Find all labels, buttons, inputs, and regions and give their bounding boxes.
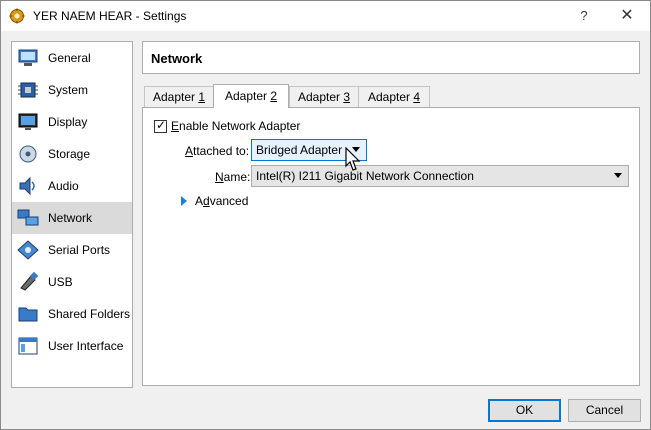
sidebar-item-label: Audio: [48, 179, 79, 193]
tab-adapter-1[interactable]: Adapter 1: [144, 86, 214, 107]
sidebar-item-label: User Interface: [48, 339, 124, 353]
sidebar-item-display[interactable]: Display: [12, 106, 132, 138]
disk-icon: [19, 145, 37, 163]
name-label: Name:: [215, 170, 251, 184]
title-bar: YER NAEM HEAR - Settings ? ✕: [1, 1, 650, 31]
chip-icon: [18, 82, 38, 98]
settings-window: YER NAEM HEAR - Settings ? ✕ General Sys…: [0, 0, 651, 430]
sidebar-item-label: Network: [48, 211, 93, 225]
checkmark-icon: ✓: [156, 118, 167, 132]
tab-adapter-3[interactable]: Adapter 3: [289, 86, 359, 107]
advanced-label: Advanced: [195, 194, 249, 208]
tab-adapter-4[interactable]: Adapter 4: [358, 86, 430, 107]
window-title: YER NAEM HEAR - Settings: [33, 9, 187, 23]
ui-icon: [18, 337, 38, 355]
sidebar-item-network[interactable]: Network: [12, 202, 132, 234]
sidebar-item-label: Display: [48, 115, 88, 129]
sidebar-item-storage[interactable]: Storage: [12, 138, 132, 170]
close-button[interactable]: ✕: [609, 1, 645, 31]
page-title: Network: [151, 51, 203, 66]
sidebar-item-usb[interactable]: USB: [12, 266, 132, 298]
speaker-icon: [19, 176, 35, 196]
expand-arrow-icon: [181, 196, 187, 206]
serial-port-icon: [17, 240, 39, 260]
sidebar-item-system[interactable]: System: [12, 74, 132, 106]
tab-adapter-2[interactable]: Adapter 2: [213, 84, 289, 108]
sidebar-item-user-interface[interactable]: User Interface: [12, 330, 132, 362]
sidebar-item-shared-folders[interactable]: Shared Folders: [12, 298, 132, 330]
settings-content: Network Adapter 1 Adapter 2 Adapter 3 Ad…: [142, 41, 640, 386]
sidebar-item-label: System: [48, 83, 89, 97]
help-button[interactable]: ?: [571, 1, 597, 31]
section-header: Network: [142, 41, 640, 74]
sidebar-item-label: USB: [48, 275, 73, 289]
adapter-panel: ✓ Enable Network Adapter Attached to: Br…: [142, 107, 640, 386]
dropdown-arrow-icon: [614, 173, 622, 178]
sidebar-item-label: General: [48, 51, 91, 65]
sidebar-item-serial-ports[interactable]: Serial Ports: [12, 234, 132, 266]
network-icon: [17, 209, 39, 226]
sidebar-item-general[interactable]: General: [12, 42, 132, 74]
display-icon: [18, 113, 38, 130]
folder-icon: [18, 307, 38, 322]
sidebar-item-label: Serial Ports: [48, 243, 111, 257]
monitor-icon: [18, 49, 38, 66]
name-dropdown[interactable]: Intel(R) I211 Gigabit Network Connection: [251, 165, 629, 187]
ok-button[interactable]: OK: [488, 399, 561, 422]
enable-adapter-checkbox[interactable]: ✓: [154, 118, 167, 133]
enable-adapter-label[interactable]: Enable Network Adapter: [171, 119, 300, 133]
usb-icon: [20, 272, 39, 291]
sidebar-item-label: Shared Folders: [48, 307, 131, 321]
virtualbox-gear-icon: [9, 8, 25, 24]
mouse-cursor-icon: [345, 147, 361, 171]
settings-sidebar: General System Display Storage Audio Net…: [11, 41, 133, 388]
attached-to-value: Bridged Adapter: [256, 143, 343, 157]
name-value: Intel(R) I211 Gigabit Network Connection: [256, 169, 474, 183]
cancel-button[interactable]: Cancel: [568, 399, 641, 422]
attached-to-label: Attached to:: [185, 144, 250, 158]
sidebar-item-audio[interactable]: Audio: [12, 170, 132, 202]
sidebar-item-label: Storage: [48, 147, 91, 161]
